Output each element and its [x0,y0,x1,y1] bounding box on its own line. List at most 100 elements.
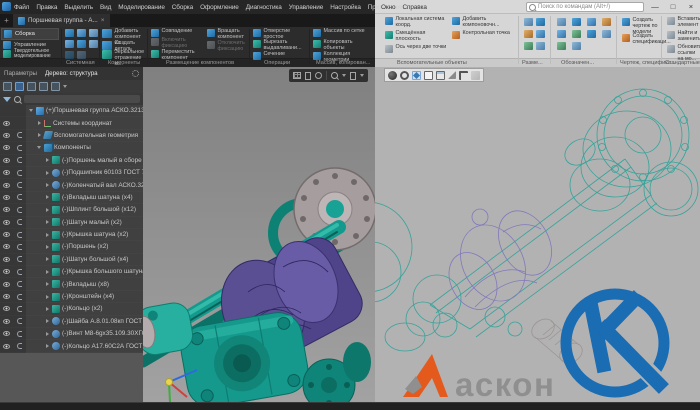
close-button[interactable]: × [684,0,698,13]
insert-element-button[interactable]: Вставить элемент [667,16,700,29]
expand-arrow-icon[interactable] [45,257,49,262]
section-button[interactable]: Сечение [253,51,305,60]
minimize-button[interactable]: — [648,0,662,13]
menu-select[interactable]: Выделить [64,4,93,11]
tree-row[interactable]: (-)Винт М8-6gх35.109.30ХГСА ГОС [0,328,143,340]
eye-visibility-icon[interactable] [3,182,10,188]
mode-tab-solid-modeling[interactable]: Твердотельное моделирование [1,48,59,59]
menu-edit[interactable]: Правка [36,4,57,11]
tree-row[interactable]: (-)Поршень малый в сборе (x2) [0,155,143,167]
expand-arrow-icon[interactable] [45,282,49,287]
expand-arrow-icon[interactable] [29,109,33,113]
expand-arrow-icon[interactable] [45,331,49,336]
rotate-component-button[interactable]: Вращать компонент [207,28,247,41]
expand-arrow-icon[interactable] [37,133,41,138]
ramp-icon[interactable] [448,71,456,79]
open-icon[interactable] [65,29,74,37]
viewport-shaded[interactable] [143,67,375,402]
notation-icon-1[interactable] [557,18,566,26]
show-grid-icon[interactable] [293,72,301,79]
relations-icon[interactable] [27,82,36,91]
notation-icon-6[interactable] [572,30,581,38]
eye-visibility-icon[interactable] [3,157,10,163]
eye-visibility-icon[interactable] [3,318,10,324]
expand-arrow-icon[interactable] [37,146,41,150]
expand-arrow-icon[interactable] [37,121,41,126]
display-style-icon[interactable] [350,71,356,80]
menu-file[interactable]: Файл [14,4,29,11]
tab-close-icon[interactable]: × [101,17,105,24]
expand-arrow-icon[interactable] [45,183,49,188]
placement-icon-4[interactable] [536,30,545,38]
copy-objects-button[interactable]: Копировать объекты [313,39,371,52]
placement-icon-1[interactable] [524,18,533,26]
tree-view-icon[interactable] [3,82,12,91]
expand-arrow-icon[interactable] [45,244,49,249]
tree-row[interactable]: (-)Поршень (x2) [0,241,143,253]
cut-extrude-button[interactable]: Вырезать выдавливани... [253,39,305,52]
tree-row[interactable]: (+)Поршневая группа АСКО.321321.2 [0,105,143,117]
tree-row[interactable]: (-)Подшипник 60103 ГОСТ 7242-8 [0,167,143,179]
eye-visibility-icon[interactable] [3,294,10,300]
eye-visibility-icon[interactable] [3,244,10,250]
notation-icon-9[interactable] [557,42,566,50]
placement-icon-6[interactable] [536,42,545,50]
eye-visibility-icon[interactable] [3,281,10,287]
tree-row[interactable]: (-)Шплинт большой (x12) [0,204,143,216]
expand-arrow-icon[interactable] [45,306,49,311]
chevron-down-icon[interactable] [63,85,67,88]
tab-parameters[interactable]: Параметры [4,70,37,77]
zoom-icon[interactable] [331,72,338,79]
command-search-input[interactable]: Поиск по командам (Alt+/) [526,2,644,12]
placement-icon-2[interactable] [536,18,545,26]
tree-row[interactable]: (-)Шайба А.8.01.08кп ГОСТ 11371 [0,316,143,328]
eye-visibility-icon[interactable] [3,194,10,200]
eye-visibility-icon[interactable] [3,269,10,275]
control-point-button[interactable]: Контрольная точка [452,30,512,39]
menu-help[interactable]: Справка [402,4,426,11]
disable-fix-button[interactable]: Отключить фиксацию [207,40,247,53]
redo-icon[interactable] [77,40,86,48]
eye-visibility-icon[interactable] [3,232,10,238]
gear-icon[interactable] [132,70,139,77]
wheel-icon[interactable] [400,70,409,80]
document-tab[interactable]: Поршневая группа - А... × [13,14,110,27]
expand-arrow-icon[interactable] [45,220,49,225]
find-replace-button[interactable]: Найти и заменить [667,30,700,43]
menu-management[interactable]: Управление [289,4,324,11]
tree-row[interactable]: (-)Крышка большого шатуна (x4) [0,266,143,278]
list-settings-icon[interactable] [51,82,60,91]
expand-arrow-icon[interactable] [45,170,49,175]
tree-row[interactable]: (-)Крышка шатуна (x2) [0,229,143,241]
mode-tab-assembly[interactable]: Сборка [1,28,59,40]
eye-visibility-icon[interactable] [3,256,10,262]
notation-icon-8[interactable] [602,30,611,38]
sheet-icon[interactable] [305,71,311,80]
tree-row[interactable]: (-)Кольцо А17.60С2А ГОСТ 13942 [0,340,143,352]
add-layout-geometry-button[interactable]: Добавить компоновочн... [452,16,512,29]
offset-plane-button[interactable]: Смещённая плоскость [385,30,447,43]
eye-visibility-icon[interactable] [3,207,10,213]
eye-visibility-icon[interactable] [3,343,10,349]
tree-row[interactable]: (-)Коленчатый вал АСКО.321321... [0,179,143,191]
tree-row[interactable]: (-)Вкладыш шатуна (x4) [0,192,143,204]
print-icon[interactable] [89,29,98,37]
clipboard-icon[interactable] [424,70,433,80]
tab-tree-structure[interactable]: Дерево: структура [45,70,98,77]
shaded-view-icon[interactable] [388,70,397,80]
create-spec-button[interactable]: Создать спецификаци... [622,33,671,46]
ruler-icon[interactable] [459,70,468,80]
chevron-down-icon[interactable] [342,74,346,77]
save-icon[interactable] [77,29,86,37]
filter-icon[interactable] [3,96,11,102]
expand-arrow-icon[interactable] [45,294,49,299]
undo-icon[interactable] [65,40,74,48]
menu-window[interactable]: Окно [381,4,396,11]
eye-visibility-icon[interactable] [3,219,10,225]
placement-icon-5[interactable] [524,42,533,50]
properties-icon[interactable] [77,51,86,59]
maximize-button[interactable]: □ [666,0,680,13]
pencil-icon[interactable] [471,70,480,80]
expand-arrow-icon[interactable] [45,269,49,274]
wireframe-view-icon[interactable] [412,70,421,80]
